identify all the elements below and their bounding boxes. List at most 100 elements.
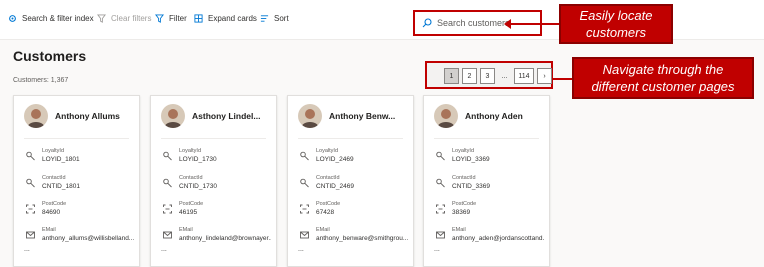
page-ellipsis: ... — [501, 72, 508, 80]
filter-button[interactable]: Filter — [155, 14, 187, 23]
email-field: EMail anthony_allums@willisbelland... — [24, 226, 134, 243]
expand-cards-button[interactable]: Expand cards — [194, 14, 257, 23]
avatar — [298, 104, 322, 128]
postcode-value: 67428 — [316, 209, 335, 216]
contact-value: CNTID_2469 — [316, 183, 354, 190]
card-divider — [24, 138, 129, 139]
customer-name[interactable]: Asthony Lindel... — [192, 111, 280, 121]
search-filter-index-label: Search & filter index — [22, 14, 94, 23]
key-icon — [300, 178, 309, 188]
avatar — [24, 104, 48, 128]
page-button-last[interactable]: 114 — [514, 68, 534, 84]
loyalty-label: LoyaltyId — [179, 148, 202, 154]
email-field: EMail anthony_lindeland@brownayer... — [161, 226, 271, 243]
email-field: EMail anthony_benware@smithgrou... — [298, 226, 408, 243]
postcode-value: 46195 — [179, 209, 198, 216]
pagination-callout-line1: Navigate through the — [602, 62, 724, 77]
key-icon — [300, 151, 309, 161]
pagination: 1 2 3 ... 114 › — [444, 68, 552, 84]
email-label: EMail — [316, 227, 330, 233]
customer-card-3[interactable]: Anthony Benw... LoyaltyId LOYID_2469 Con… — [287, 95, 414, 267]
page-button-1[interactable]: 1 — [444, 68, 459, 84]
card-header: Anthony Benw... — [298, 104, 417, 128]
card-header: Anthony Allums — [24, 104, 143, 128]
loyalty-value: LOYID_2469 — [316, 156, 354, 163]
search-filter-index-button[interactable]: Search & filter index — [8, 14, 94, 23]
loyalty-field: LoyaltyId LOYID_3369 — [434, 147, 544, 164]
loyalty-value: LOYID_3369 — [452, 156, 490, 163]
contact-label: ContactId — [179, 175, 203, 181]
search-placeholder: Search customers — [437, 18, 510, 28]
email-label: EMail — [179, 227, 193, 233]
sort-label: Sort — [274, 14, 289, 23]
postcode-field: PostCode 67428 — [298, 200, 408, 217]
customer-card-2[interactable]: Asthony Lindel... LoyaltyId LOYID_1730 C… — [150, 95, 277, 267]
settings-icon — [9, 15, 16, 22]
search-icon — [422, 18, 432, 28]
contact-value: CNTID_3369 — [452, 183, 490, 190]
customer-count: Customers: 1,367 — [13, 77, 69, 84]
postcode-icon — [26, 204, 35, 214]
email-value: anthony_benware@smithgrou... — [316, 235, 408, 242]
search-callout-line2: customers — [586, 25, 646, 40]
card-header: Asthony Lindel... — [161, 104, 280, 128]
customer-name[interactable]: Anthony Benw... — [329, 111, 417, 121]
key-icon — [26, 178, 35, 188]
postcode-label: PostCode — [452, 201, 477, 207]
filter-label: Filter — [169, 14, 187, 23]
card-divider — [434, 138, 539, 139]
email-field: EMail anthony_aden@jordanscottand... — [434, 226, 544, 243]
postcode-icon — [300, 204, 309, 214]
key-icon — [26, 151, 35, 161]
email-label: EMail — [452, 227, 466, 233]
postcode-label: PostCode — [316, 201, 341, 207]
page-title: Customers — [13, 48, 87, 64]
filter-icon — [155, 14, 164, 23]
contact-label: ContactId — [316, 175, 340, 181]
email-value: anthony_aden@jordanscottand... — [452, 235, 544, 242]
postcode-field: PostCode 46195 — [161, 200, 271, 217]
search-callout-line1: Easily locate — [579, 8, 653, 23]
postcode-icon — [436, 204, 445, 214]
avatar — [161, 104, 185, 128]
customer-card-4[interactable]: Anthony Aden LoyaltyId LOYID_3369 Contac… — [423, 95, 550, 267]
mail-icon — [300, 231, 309, 239]
mail-icon — [436, 231, 445, 239]
postcode-label: PostCode — [42, 201, 67, 207]
loyalty-label: LoyaltyId — [42, 148, 65, 154]
expand-cards-label: Expand cards — [208, 14, 257, 23]
card-header: Anthony Aden — [434, 104, 553, 128]
loyalty-label: LoyaltyId — [452, 148, 475, 154]
customer-name[interactable]: Anthony Aden — [465, 111, 553, 121]
next-page-button[interactable]: › — [537, 68, 552, 84]
contact-field: ContactId CNTID_1801 — [24, 174, 134, 191]
card-divider — [161, 138, 266, 139]
loyalty-value: LOYID_1730 — [179, 156, 217, 163]
loyalty-field: LoyaltyId LOYID_1801 — [24, 147, 134, 164]
card-divider — [298, 138, 403, 139]
email-value: anthony_lindeland@brownayer... — [179, 235, 271, 242]
card-more-indicator: ... — [298, 246, 304, 253]
page-button-2[interactable]: 2 — [462, 68, 477, 84]
postcode-icon — [163, 204, 172, 214]
contact-value: CNTID_1730 — [179, 183, 217, 190]
page-button-3[interactable]: 3 — [480, 68, 495, 84]
postcode-field: PostCode 38369 — [434, 200, 544, 217]
contact-field: ContactId CNTID_2469 — [298, 174, 408, 191]
postcode-value: 84690 — [42, 209, 61, 216]
customer-name[interactable]: Anthony Allums — [55, 111, 143, 121]
card-more-indicator: ... — [24, 246, 30, 253]
contact-label: ContactId — [42, 175, 66, 181]
key-icon — [436, 178, 445, 188]
postcode-field: PostCode 84690 — [24, 200, 134, 217]
sort-button[interactable]: Sort — [260, 14, 289, 23]
clear-filters-label: Clear filters — [111, 14, 152, 23]
email-label: EMail — [42, 227, 56, 233]
card-more-indicator: ... — [161, 246, 167, 253]
contact-label: ContactId — [452, 175, 476, 181]
grid-icon — [194, 14, 203, 23]
customer-card-1[interactable]: Anthony Allums LoyaltyId LOYID_1801 Cont… — [13, 95, 140, 267]
postcode-label: PostCode — [179, 201, 204, 207]
clear-filters-button[interactable]: Clear filters — [97, 14, 151, 23]
sort-icon — [260, 15, 269, 22]
